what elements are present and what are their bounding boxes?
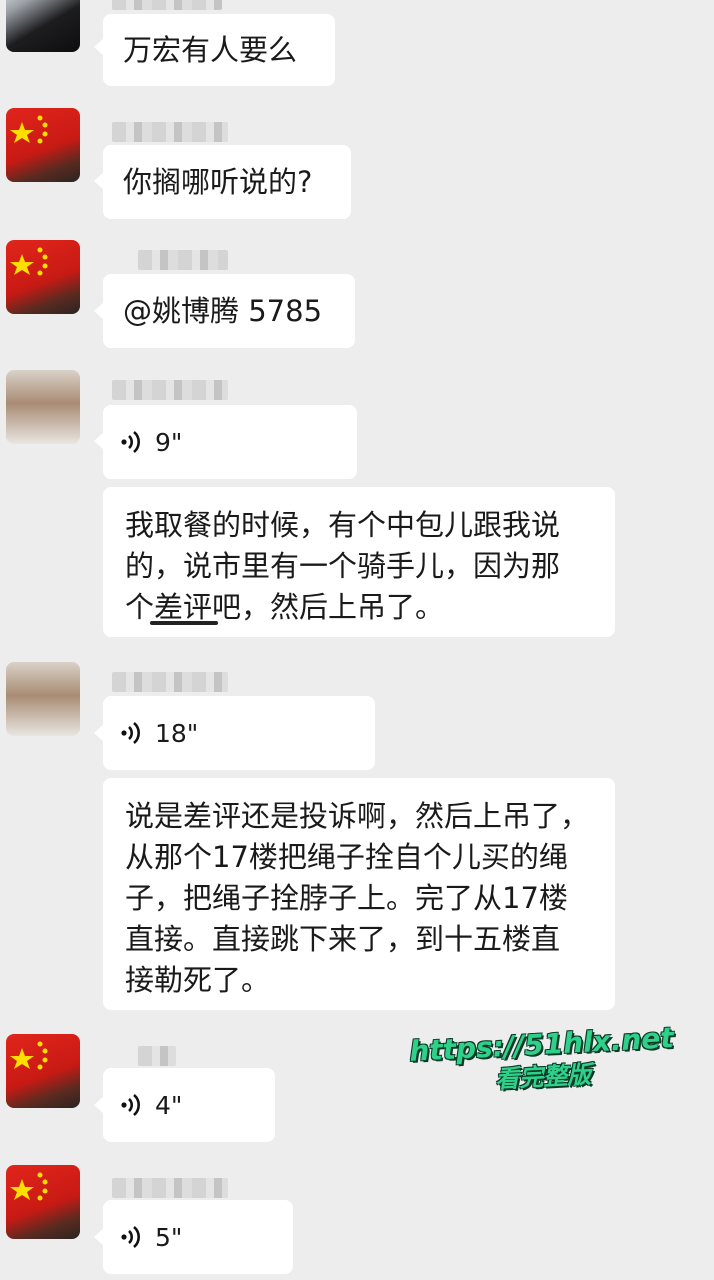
voice-message[interactable]: 4" (103, 1068, 275, 1142)
message-text: 你搁哪听说的? (123, 164, 313, 199)
message-line: 接勒死了。 (125, 963, 271, 997)
voice-icon (121, 722, 140, 744)
sender-name-blurred (112, 380, 228, 400)
voice-duration: 4" (155, 1090, 183, 1120)
sender-name-blurred (112, 672, 228, 692)
message-bubble[interactable]: 万宏有人要么 (103, 14, 335, 86)
avatar[interactable] (6, 1034, 80, 1108)
voice-icon (121, 431, 140, 453)
message-bubble[interactable]: 我取餐的时候，有个中包儿跟我说 的，说市里有一个骑手儿，因为那 个差评吧，然后上… (103, 487, 615, 637)
voice-duration: 9" (155, 427, 183, 457)
sender-name-blurred (112, 122, 228, 142)
sender-name-blurred (112, 1178, 228, 1198)
sender-name-blurred (138, 1046, 176, 1066)
avatar[interactable] (6, 1165, 80, 1239)
avatar[interactable] (6, 370, 80, 444)
avatar[interactable] (6, 662, 80, 736)
avatar[interactable] (6, 108, 80, 182)
voice-duration: 18" (155, 718, 199, 748)
message-line: 的，说市里有一个骑手儿，因为那 (125, 549, 561, 583)
voice-message[interactable]: 5" (103, 1200, 293, 1274)
message-line: 从那个17楼把绳子拴自个儿买的绳 (125, 840, 568, 874)
flag-icon (10, 1172, 48, 1201)
message-line: 直接。直接跳下来了，到十五楼直 (125, 922, 561, 956)
message-bubble[interactable]: 说是差评还是投诉啊，然后上吊了， 从那个17楼把绳子拴自个儿买的绳 子，把绳子拴… (103, 778, 615, 1010)
message-text: 万宏有人要么 (123, 32, 298, 67)
handwritten-underline (150, 621, 218, 625)
message-bubble[interactable]: @姚博腾 5785 (103, 274, 355, 348)
voice-duration: 5" (155, 1222, 183, 1252)
message-line: 说是差评还是投诉啊，然后上吊了， (125, 799, 590, 833)
flag-icon (10, 1041, 48, 1070)
avatar[interactable] (6, 0, 80, 52)
message-line: 我取餐的时候，有个中包儿跟我说 (125, 508, 561, 542)
flag-icon (10, 115, 48, 144)
avatar[interactable] (6, 240, 80, 314)
message-line: 子，把绳子拴脖子上。完了从17楼 (125, 881, 568, 915)
message-text: @姚博腾 5785 (123, 293, 323, 328)
voice-icon (121, 1226, 140, 1248)
sender-name-blurred (112, 0, 222, 10)
voice-icon (121, 1094, 140, 1116)
flag-icon (10, 247, 48, 276)
voice-message[interactable]: 9" (103, 405, 357, 479)
voice-message[interactable]: 18" (103, 696, 375, 770)
sender-name-blurred (138, 250, 228, 270)
message-bubble[interactable]: 你搁哪听说的? (103, 145, 351, 219)
watermark: https://51hlx.net 看完整版 (409, 1021, 677, 1099)
